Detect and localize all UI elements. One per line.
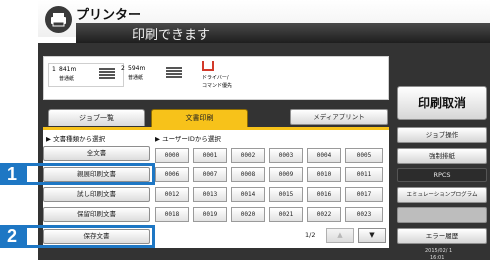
paper-stack-icon [166, 67, 182, 79]
page-indicator: 1/2 [305, 231, 316, 239]
rpcs-label: RPCS [397, 168, 487, 182]
driver-label-line1: ドライバー/ [202, 75, 229, 81]
page-up-button[interactable]: ▲ [326, 228, 354, 243]
app-title: プリンター [76, 8, 142, 23]
tray1-info: 1 841m 普通紙 [48, 63, 124, 87]
tray1-paper: 普通紙 [59, 76, 75, 82]
user-id-button[interactable]: 0021 [269, 207, 303, 222]
arrow-down-icon: ▼ [369, 231, 375, 239]
doc-type-all-label: 全文書 [86, 149, 107, 157]
user-id-button[interactable]: 0001 [193, 148, 227, 163]
info-panel: 1 841m 普通紙 2 594m 普通紙 ドライバー/ コマンド優先 [43, 56, 389, 100]
tray2-paper: 普通紙 [128, 75, 144, 81]
user-id-button[interactable]: 0020 [231, 207, 265, 222]
cancel-print-button[interactable]: 印刷取消 [397, 86, 487, 120]
driver-info: ドライバー/ コマンド優先 [192, 61, 252, 95]
printer-icon [45, 6, 72, 33]
callout-number-1: 1 [0, 163, 24, 185]
tab-job-list[interactable]: ジョブ一覧 [48, 109, 145, 126]
page-down-button[interactable]: ▼ [358, 228, 386, 243]
user-id-button[interactable]: 0000 [155, 148, 189, 163]
select-by-user-heading: ▶ ユーザーIDから選択 [155, 135, 221, 143]
emulation-program-label: エミュレーションプログラム [406, 192, 478, 198]
user-id-button[interactable]: 0003 [269, 148, 303, 163]
callout-box-1 [24, 163, 155, 185]
user-id-button[interactable]: 0005 [345, 148, 383, 163]
date-display: 2015/02/ 1 [425, 248, 453, 254]
forced-discharge-button[interactable]: 強制排紙 [397, 148, 487, 164]
error-log-label: エラー履歴 [425, 232, 459, 240]
user-id-button[interactable]: 0012 [155, 187, 189, 202]
tray1-number: 1 [52, 66, 56, 73]
emulation-program-button[interactable]: エミュレーションプログラム [397, 187, 487, 203]
tab-media-print[interactable]: メディアプリント [290, 109, 388, 125]
job-operation-label: ジョブ操作 [425, 131, 459, 139]
tab-media-print-label: メディアプリント [313, 113, 365, 121]
user-id-button[interactable]: 0014 [231, 187, 265, 202]
user-id-button[interactable]: 0002 [231, 148, 265, 163]
cancel-print-label: 印刷取消 [417, 96, 466, 110]
user-id-button[interactable]: 0016 [307, 187, 341, 202]
doc-type-all[interactable]: 全文書 [43, 146, 150, 161]
user-id-button[interactable]: 0006 [155, 167, 189, 182]
tray1-size: 841m [59, 66, 77, 73]
user-id-button[interactable]: 0019 [193, 207, 227, 222]
user-id-button[interactable]: 0004 [307, 148, 341, 163]
user-id-button[interactable]: 0011 [345, 167, 383, 182]
arrow-up-icon: ▲ [337, 231, 343, 239]
tray2-info: 2 594m 普通紙 [118, 63, 194, 87]
driver-icon [202, 61, 214, 71]
tray2-size: 594m [128, 65, 146, 72]
forced-discharge-label: 強制排紙 [429, 152, 455, 160]
driver-label-line2: コマンド優先 [202, 83, 233, 89]
tab-job-list-label: ジョブ一覧 [79, 114, 114, 122]
doc-type-hold[interactable]: 保留印刷文書 [43, 207, 150, 222]
user-id-button[interactable]: 0017 [345, 187, 383, 202]
user-id-button[interactable]: 0023 [345, 207, 383, 222]
time-display: 16:01 [430, 255, 445, 261]
tab-document-print[interactable]: 文書印刷 [151, 109, 248, 127]
user-id-button[interactable]: 0008 [231, 167, 265, 182]
error-log-button[interactable]: エラー履歴 [397, 228, 487, 244]
rpcs-text: RPCS [433, 171, 451, 179]
tab-document-print-label: 文書印刷 [185, 114, 214, 122]
user-id-button[interactable]: 0015 [269, 187, 303, 202]
user-id-button[interactable]: 0013 [193, 187, 227, 202]
callout-box-2 [24, 225, 155, 248]
user-id-button[interactable]: 0010 [307, 167, 341, 182]
user-id-button[interactable]: 0022 [307, 207, 341, 222]
user-id-button[interactable]: 0009 [269, 167, 303, 182]
job-operation-button[interactable]: ジョブ操作 [397, 127, 487, 143]
callout-number-2: 2 [0, 225, 24, 248]
user-id-button[interactable]: 0007 [193, 167, 227, 182]
tray2-number: 2 [121, 65, 125, 72]
disabled-button [397, 207, 487, 223]
doc-type-hold-label: 保留印刷文書 [77, 210, 116, 218]
paper-stack-icon [99, 68, 115, 80]
select-by-type-heading: ▶ 文書種類から選択 [46, 135, 106, 143]
user-id-button[interactable]: 0018 [155, 207, 189, 222]
doc-type-sample[interactable]: 試し印刷文書 [43, 187, 150, 202]
status-text: 印刷できます [132, 28, 211, 43]
doc-type-sample-label: 試し印刷文書 [77, 190, 116, 198]
